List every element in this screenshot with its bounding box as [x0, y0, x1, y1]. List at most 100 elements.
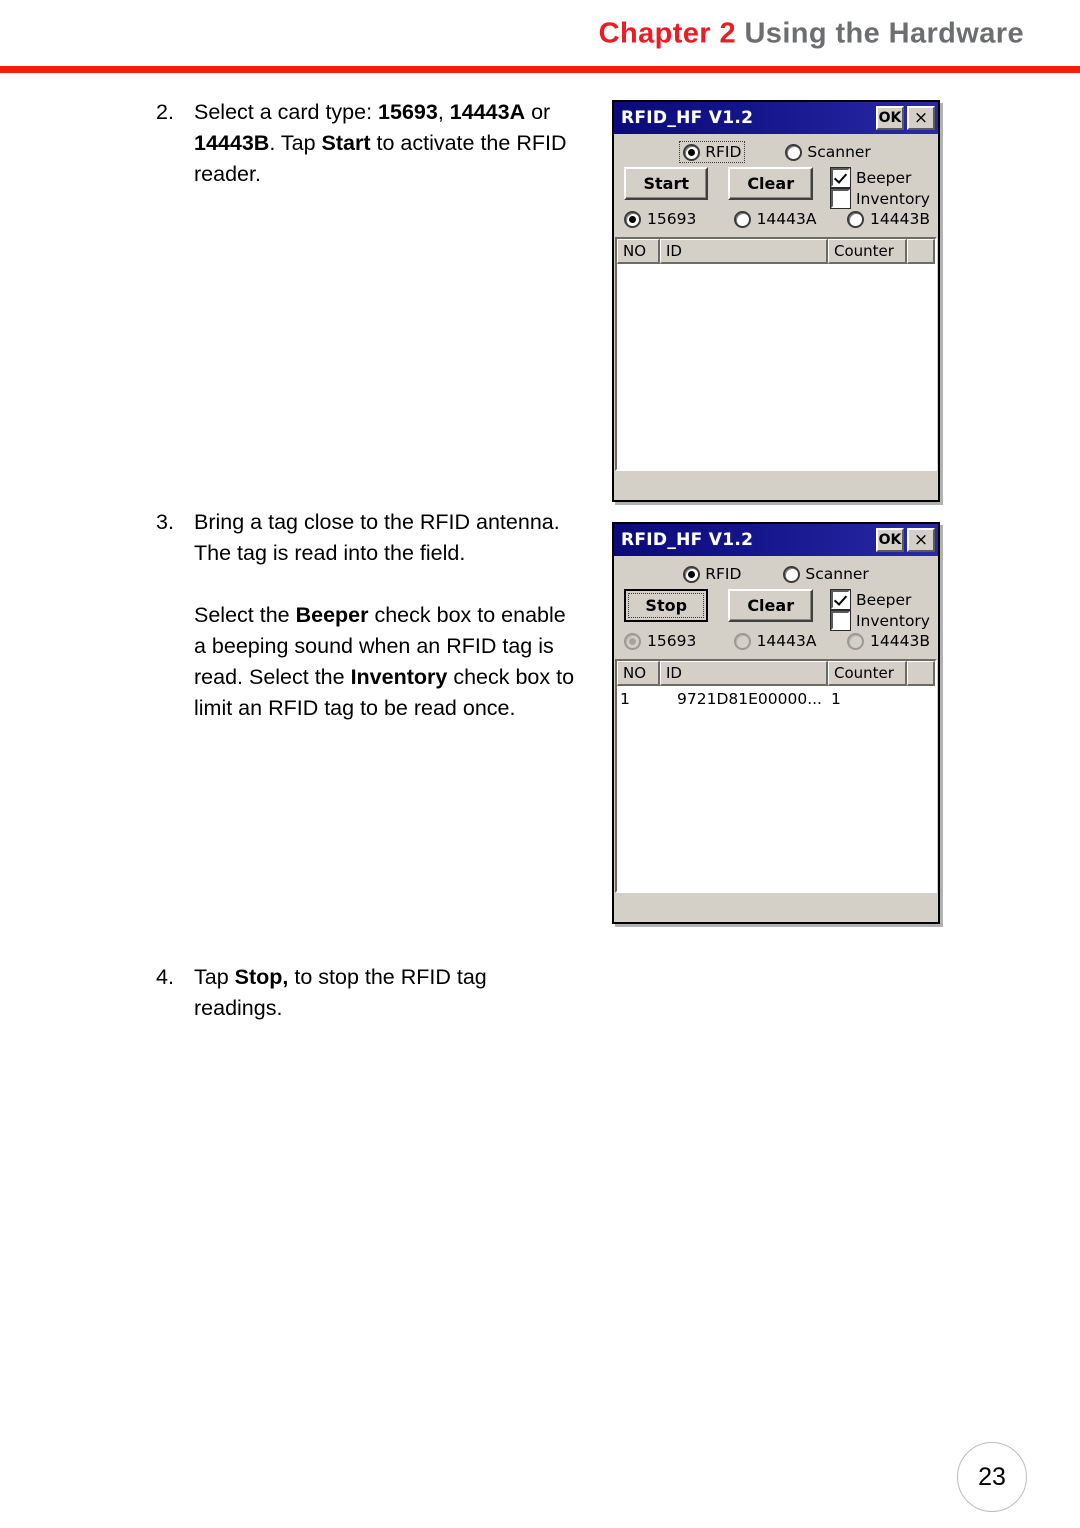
table-body: 1 9721D81E00000... 1	[617, 686, 935, 712]
mode-radio-group: RFID Scanner	[622, 140, 930, 164]
radio-icon	[624, 210, 641, 228]
radio-option-card-type[interactable]: 14443B	[847, 632, 930, 650]
radio-icon	[683, 565, 701, 583]
checkbox-label: Inventory	[855, 611, 930, 630]
radio-label: 15693	[647, 210, 697, 228]
paragraph: Bring a tag close to the RFID antenna. T…	[194, 510, 560, 565]
cell-counter: 1	[831, 690, 841, 708]
step-number: 4.	[156, 965, 174, 989]
checkbox-beeper[interactable]: Beeper	[829, 589, 930, 610]
radio-option-rfid[interactable]: RFID	[679, 141, 746, 163]
step-number: 3.	[156, 510, 174, 534]
tag-list-view[interactable]: NO ID Counter	[615, 237, 937, 471]
radio-option-card-type[interactable]: 14443A	[733, 210, 847, 228]
start-stop-button[interactable]: Stop	[624, 589, 709, 622]
checkbox-icon	[829, 188, 851, 209]
instruction-step-4: 4. Tap Stop, to stop the RFID tag readin…	[148, 962, 578, 1024]
checkbox-label: Beeper	[855, 168, 912, 187]
table-header-row: NO ID Counter	[617, 239, 935, 264]
column-header-no[interactable]: NO	[617, 661, 660, 686]
radio-icon	[847, 210, 865, 228]
step-text: Select a card type: 15693, 14443A or 144…	[194, 97, 578, 190]
column-header-counter[interactable]: Counter	[828, 239, 907, 264]
column-header-id[interactable]: ID	[660, 661, 828, 686]
start-stop-button[interactable]: Start	[624, 167, 709, 200]
page-header: Chapter 2 Using the Hardware	[0, 0, 1080, 76]
checkbox-label: Inventory	[855, 189, 930, 208]
paragraph: Tap Stop, to stop the RFID tag readings.	[194, 965, 487, 1020]
checkbox-inventory[interactable]: Inventory	[829, 610, 930, 631]
radio-option-scanner[interactable]: Scanner	[783, 565, 869, 583]
column-header-id[interactable]: ID	[660, 239, 828, 264]
section-title: Using the Hardware	[744, 17, 1024, 50]
radio-label: RFID	[705, 143, 742, 161]
button-label: Start	[643, 174, 689, 193]
clear-button[interactable]: Clear	[728, 167, 813, 200]
checkbox-beeper[interactable]: Beeper	[829, 167, 930, 188]
radio-icon	[733, 632, 751, 650]
dialog-titlebar: RFID_HF V1.2 OK ×	[614, 524, 938, 556]
close-icon[interactable]: ×	[907, 528, 935, 552]
cell-no: 1	[620, 690, 630, 708]
dialog-panel: RFID Scanner Stop Clear Beeper Inventory…	[614, 556, 938, 659]
instruction-step-3: 3. Bring a tag close to the RFID antenna…	[148, 507, 578, 724]
checkbox-group: Beeper Inventory	[829, 167, 930, 209]
button-label: Clear	[747, 596, 795, 615]
chapter-label: Chapter 2	[598, 17, 736, 50]
checkbox-label: Beeper	[855, 590, 912, 609]
radio-icon	[783, 565, 801, 583]
checkbox-inventory[interactable]: Inventory	[829, 188, 930, 209]
paragraph: Select the Beeper check box to enable a …	[194, 603, 575, 720]
radio-icon	[785, 143, 803, 161]
ok-button[interactable]: OK	[876, 106, 904, 130]
radio-icon	[733, 210, 751, 228]
radio-option-rfid[interactable]: RFID	[683, 565, 741, 583]
radio-label: 15693	[647, 632, 697, 650]
instruction-step-2: 2. Select a card type: 15693, 14443A or …	[148, 97, 578, 190]
card-type-radio-group: 15693 14443A 14443B	[622, 632, 930, 650]
dialog-title: RFID_HF V1.2	[621, 108, 754, 128]
checkbox-icon	[829, 589, 851, 610]
header-rule-divider	[0, 66, 1080, 73]
step-text: Tap Stop, to stop the RFID tag readings.	[194, 962, 578, 1024]
checkbox-group: Beeper Inventory	[829, 589, 930, 631]
column-header-no[interactable]: NO	[617, 239, 660, 264]
radio-label: 14443B	[870, 210, 930, 228]
paragraph: Select a card type: 15693, 14443A or 144…	[194, 100, 567, 186]
card-type-radio-group: 15693 14443A 14443B	[622, 210, 930, 228]
column-header-blank[interactable]	[907, 239, 935, 264]
column-header-counter[interactable]: Counter	[828, 661, 907, 686]
radio-label: 14443B	[870, 632, 930, 650]
table-row[interactable]: 1 9721D81E00000... 1	[617, 686, 935, 712]
radio-option-scanner[interactable]: Scanner	[785, 143, 871, 161]
radio-label: Scanner	[807, 143, 871, 161]
radio-label: RFID	[705, 565, 742, 583]
mode-radio-group: RFID Scanner	[622, 562, 930, 586]
rfid-app-screenshot-2: RFID_HF V1.2 OK × RFID Scanner Stop Clea…	[612, 522, 940, 924]
step-number: 2.	[156, 100, 174, 124]
page-number: 23	[957, 1442, 1027, 1512]
action-row: Start Clear Beeper Inventory	[622, 167, 930, 209]
radio-label: 14443A	[756, 210, 817, 228]
clear-button[interactable]: Clear	[728, 589, 813, 622]
dialog-panel: RFID Scanner Start Clear Beeper Inventor…	[614, 134, 938, 237]
checkbox-icon	[829, 610, 851, 631]
radio-option-card-type[interactable]: 14443A	[733, 632, 847, 650]
radio-option-card-type[interactable]: 14443B	[847, 210, 930, 228]
action-row: Stop Clear Beeper Inventory	[622, 589, 930, 631]
radio-icon	[683, 143, 701, 161]
tag-list-view[interactable]: NO ID Counter 1 9721D81E00000... 1	[615, 659, 937, 893]
column-header-blank[interactable]	[907, 661, 935, 686]
page-title: Chapter 2 Using the Hardware	[599, 18, 1024, 51]
radio-icon	[624, 632, 641, 650]
radio-icon	[847, 632, 865, 650]
ok-button[interactable]: OK	[876, 528, 904, 552]
button-label: Clear	[747, 174, 795, 193]
cell-id: 9721D81E00000...	[677, 690, 822, 708]
close-icon[interactable]: ×	[907, 106, 935, 130]
dialog-title: RFID_HF V1.2	[621, 530, 754, 550]
radio-option-card-type[interactable]: 15693	[624, 210, 734, 228]
radio-option-card-type[interactable]: 15693	[624, 632, 734, 650]
radio-label: 14443A	[756, 632, 817, 650]
rfid-app-screenshot-1: RFID_HF V1.2 OK × RFID Scanner Start Cle…	[612, 100, 940, 502]
